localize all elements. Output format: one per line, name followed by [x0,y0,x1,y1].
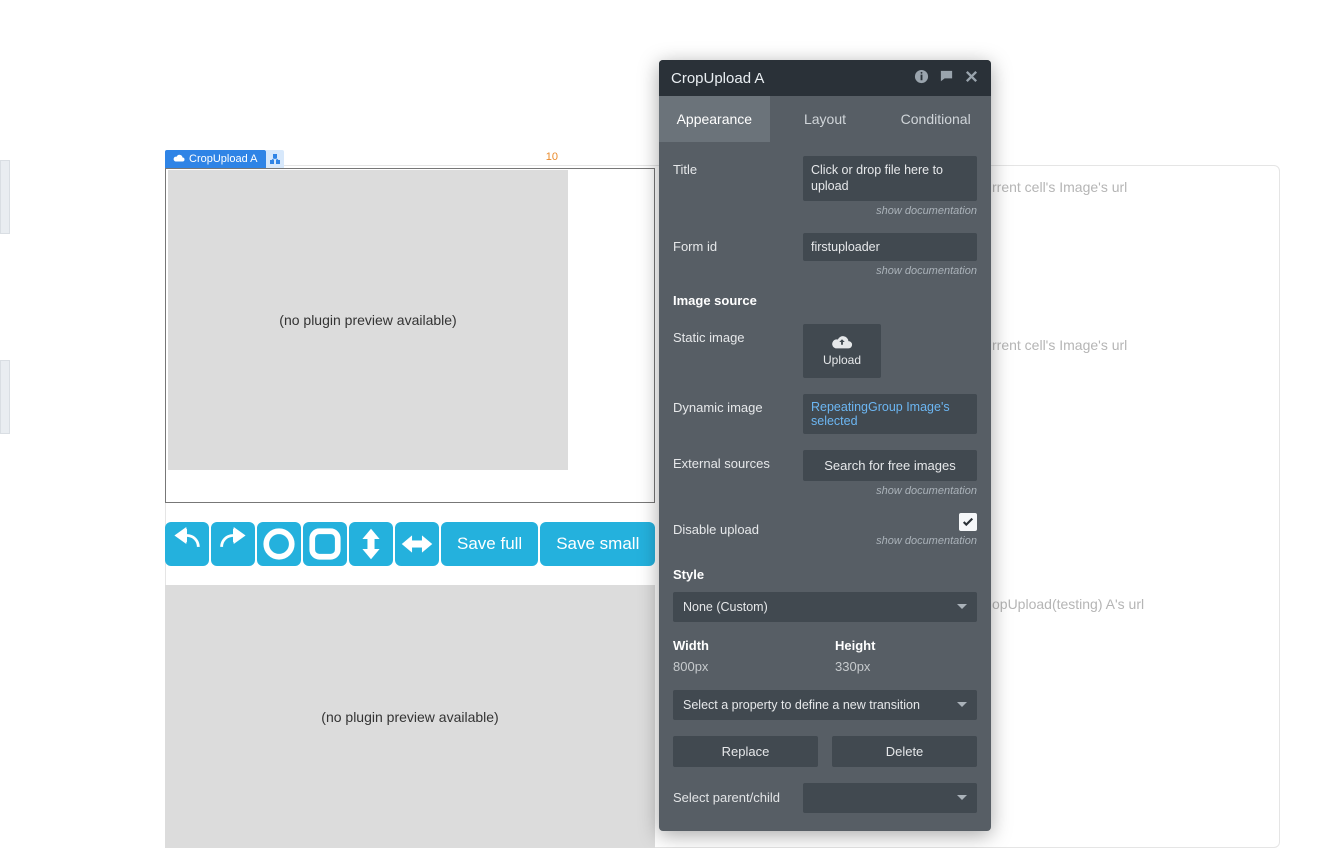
panel-tabs: Appearance Layout Conditional [659,96,991,142]
static-image-label: Static image [673,324,793,345]
transition-placeholder: Select a property to define a new transi… [683,698,957,712]
plugin-preview-placeholder: (no plugin preview available) [168,170,568,470]
save-small-label: Save small [556,534,639,554]
title-input[interactable]: Click or drop file here to upload [803,156,977,201]
redo-button[interactable] [211,522,255,566]
upload-image-button[interactable]: Upload [803,324,881,378]
close-icon[interactable] [964,69,979,87]
select-parent-label: Select parent/child [673,790,793,805]
doc-link[interactable]: show documentation [803,485,977,497]
chevron-down-icon [957,604,967,609]
row-select-parent-child: Select parent/child [673,783,977,813]
height-value: 330px [835,659,977,674]
doc-link[interactable]: show documentation [803,265,977,277]
tab-appearance[interactable]: Appearance [659,96,770,142]
save-full-button[interactable]: Save full [441,522,538,566]
transition-dropdown[interactable]: Select a property to define a new transi… [673,690,977,720]
cell-url-label: rrent cell's Image's url [992,179,1127,195]
form-id-label: Form id [673,233,793,254]
doc-link[interactable]: show documentation [876,535,977,547]
plugin-cloud-icon [173,153,185,166]
row-static-image: Static image Upload [673,324,977,378]
title-label: Title [673,156,793,177]
tab-conditional[interactable]: Conditional [880,96,991,142]
plugin-preview-second[interactable]: (no plugin preview available) [165,585,655,848]
chevron-down-icon [957,702,967,707]
row-dynamic-image: Dynamic image RepeatingGroup Image's sel… [673,394,977,434]
comment-icon[interactable] [939,69,954,87]
row-title: Title Click or drop file here to upload … [673,156,977,217]
element-name-chip[interactable]: CropUpload A [165,150,266,168]
upload-button-label: Upload [823,353,861,367]
tab-appearance-label: Appearance [677,111,753,127]
search-free-images-button[interactable]: Search for free images [803,450,977,481]
replace-button[interactable]: Replace [673,736,818,767]
width-label: Width [673,638,815,653]
dimensions-row: Width 800px Height 330px [673,638,977,674]
horizontal-resize-button[interactable] [395,522,439,566]
no-preview-label: (no plugin preview available) [279,312,456,328]
property-panel: CropUpload A Appearance Layout Condition… [659,60,991,831]
tab-layout[interactable]: Layout [770,96,881,142]
disable-upload-label: Disable upload [673,522,793,537]
style-dropdown[interactable]: None (Custom) [673,592,977,622]
dynamic-image-label: Dynamic image [673,394,793,415]
info-icon[interactable] [914,69,929,87]
height-label: Height [835,638,977,653]
tab-conditional-label: Conditional [901,111,971,127]
vertical-resize-button[interactable] [349,522,393,566]
panel-header[interactable]: CropUpload A [659,60,991,96]
save-small-button[interactable]: Save small [540,522,655,566]
left-edge-stub [0,160,10,234]
no-preview-label: (no plugin preview available) [321,709,498,725]
select-parent-dropdown[interactable] [803,783,977,813]
replace-delete-row: Replace Delete [673,736,977,767]
style-value: None (Custom) [683,600,957,614]
square-crop-button[interactable] [303,522,347,566]
tab-layout-label: Layout [804,111,846,127]
disable-upload-checkbox[interactable] [959,513,977,531]
external-sources-label: External sources [673,450,793,471]
delete-button[interactable]: Delete [832,736,977,767]
image-source-heading: Image source [673,293,977,308]
element-name-label: CropUpload A [189,153,258,165]
dynamic-image-expression[interactable]: RepeatingGroup Image's selected [803,394,977,434]
element-selection-tag[interactable]: CropUpload A [165,150,284,168]
cell-url-label: opUpload(testing) A's url [992,596,1144,612]
panel-title: CropUpload A [671,70,914,87]
circle-crop-button[interactable] [257,522,301,566]
width-value: 800px [673,659,815,674]
ruler-mark: 10 [546,151,558,163]
chevron-down-icon [957,795,967,800]
doc-link[interactable]: show documentation [803,205,977,217]
row-form-id: Form id firstuploader show documentation [673,233,977,277]
cell-url-label: rrent cell's Image's url [992,337,1127,353]
undo-button[interactable] [165,522,209,566]
left-edge-stub [0,360,10,434]
element-related-chip[interactable] [266,150,284,168]
panel-body: Title Click or drop file here to upload … [659,142,991,831]
row-external-sources: External sources Search for free images … [673,450,977,497]
style-heading: Style [673,567,977,582]
row-disable-upload: Disable upload show documentation [673,513,977,547]
crop-toolbar: Save full Save small [165,522,655,566]
save-full-label: Save full [457,534,522,554]
form-id-input[interactable]: firstuploader [803,233,977,261]
